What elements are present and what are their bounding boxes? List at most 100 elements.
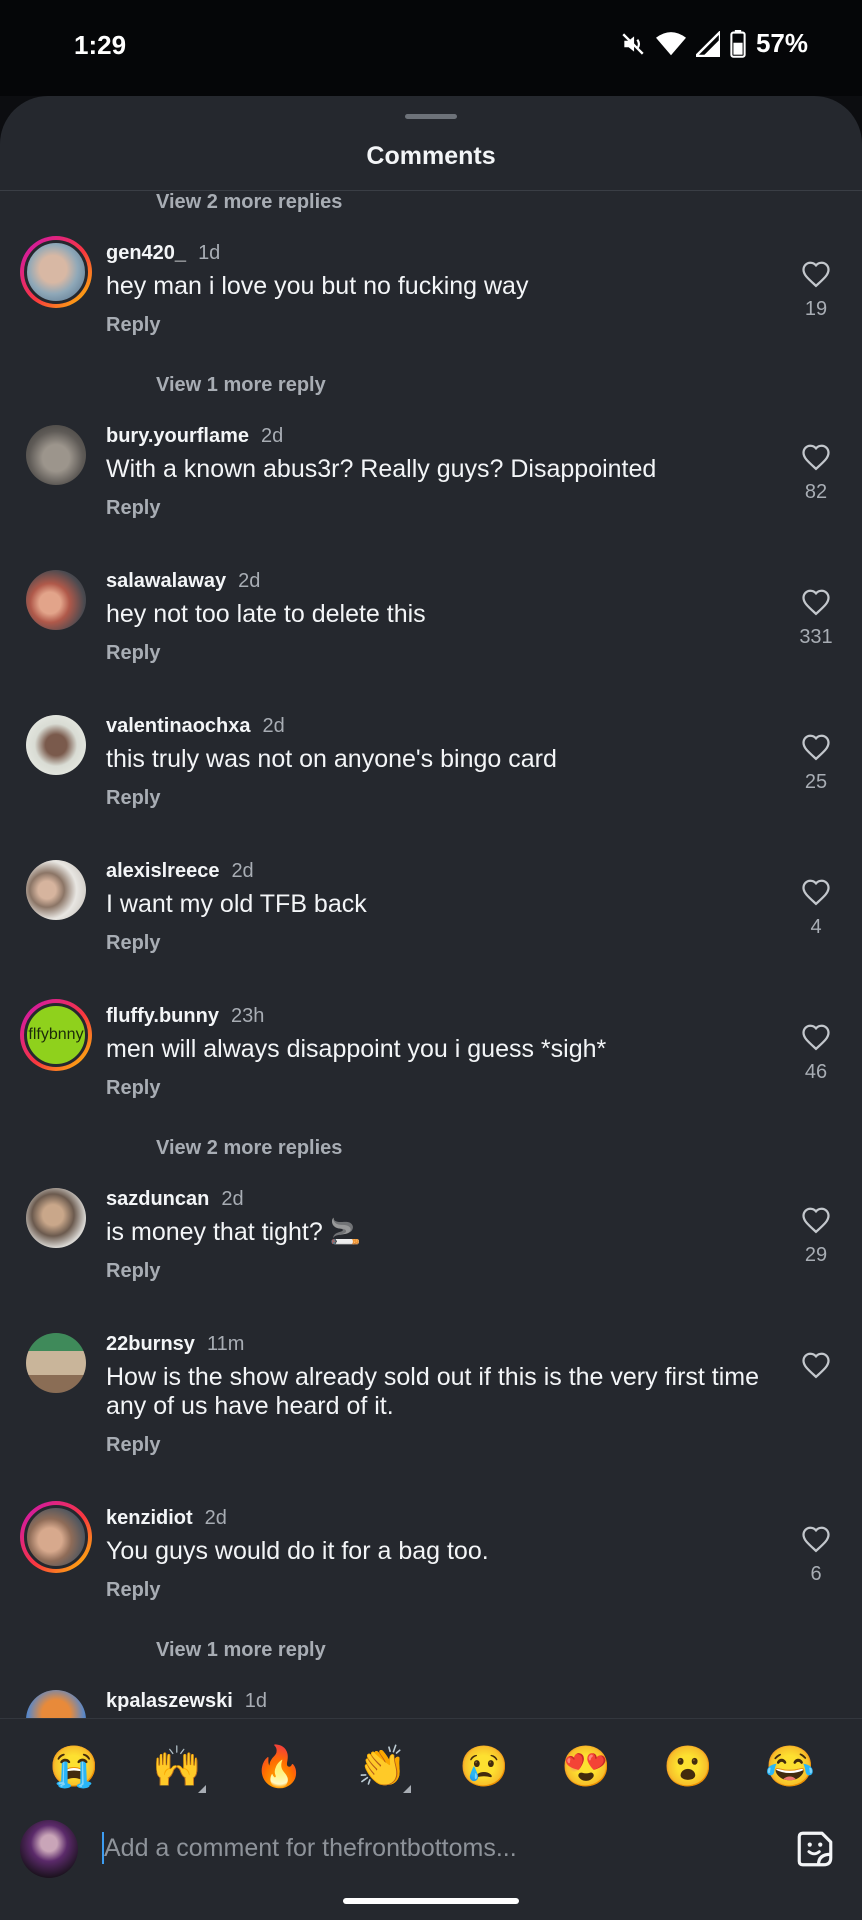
comment-username[interactable]: bury.yourflame [106, 425, 249, 447]
avatar-wrap[interactable] [20, 709, 92, 781]
home-gesture-bar[interactable] [343, 1898, 519, 1904]
comment-username[interactable]: fluffy.bunny [106, 1005, 219, 1027]
emoji-button[interactable]: 😭 [49, 1743, 99, 1791]
heart-icon[interactable] [801, 1525, 831, 1553]
battery-percentage: 57% [755, 28, 808, 58]
avatar-story-ring[interactable]: flfybnny [20, 999, 92, 1071]
comments-sheet: Comments View 2 more replies gen420_ 1d h… [0, 96, 862, 1920]
avatar-wrap[interactable] [20, 564, 92, 636]
comment-username[interactable]: gen420_ [106, 242, 186, 264]
reply-button[interactable]: Reply [106, 497, 160, 520]
mute-icon [622, 32, 644, 55]
comment-time: 2d [231, 860, 254, 882]
wifi-icon [655, 31, 686, 55]
reply-button[interactable]: Reply [106, 932, 160, 955]
emoji-glyph: 👏 [357, 1745, 407, 1789]
comment-input[interactable] [100, 1824, 744, 1872]
comment-time: 2d [261, 425, 284, 447]
emoji-glyph: 🙌 [152, 1745, 202, 1789]
avatar-story-ring[interactable] [20, 236, 92, 308]
avatar-wrap[interactable] [20, 419, 92, 491]
comment-text: With a known abus3r? Really guys? Disapp… [106, 455, 657, 483]
reply-button[interactable]: Reply [106, 787, 160, 810]
comment-list[interactable]: View 2 more replies gen420_ 1d hey man i … [0, 191, 862, 1719]
reply-button[interactable]: Reply [106, 1077, 160, 1100]
comment-time: 1d [198, 242, 221, 264]
avatar-label: flfybnny [28, 1026, 84, 1043]
like-count: 4 [810, 916, 822, 938]
heart-icon[interactable] [801, 1206, 831, 1234]
comment-username[interactable]: sazduncan [106, 1188, 209, 1210]
comment-username[interactable]: 22burnsy [106, 1333, 195, 1355]
view-more-replies[interactable]: View 1 more reply [156, 374, 326, 397]
comment-text: I want my old TFB back [106, 890, 367, 918]
comment-username[interactable]: salawalaway [106, 570, 226, 592]
like-count: 25 [804, 771, 828, 793]
avatar-wrap[interactable] [20, 1182, 92, 1254]
avatar [26, 570, 86, 630]
emoji-button[interactable]: 👏 [357, 1743, 411, 1793]
heart-icon[interactable] [801, 588, 831, 616]
comment-text: this truly was not on anyone's bingo car… [106, 745, 557, 773]
avatar-wrap[interactable] [20, 854, 92, 926]
avatar [26, 1188, 86, 1248]
battery-icon [730, 29, 746, 58]
comment-time: 2d [262, 715, 285, 737]
avatar-wrap[interactable] [20, 1684, 92, 1719]
reply-button[interactable]: Reply [106, 1434, 160, 1457]
comment-time: 23h [230, 1005, 265, 1027]
emoji-button[interactable]: 🔥 [254, 1743, 304, 1791]
drag-handle[interactable] [405, 114, 457, 119]
comment-username[interactable]: valentinaochxa [106, 715, 251, 737]
sheet-title: Comments [366, 142, 496, 170]
status-icons: 57% [620, 28, 808, 59]
comment-username[interactable]: kpalaszewski [106, 1690, 233, 1712]
heart-icon[interactable] [801, 1023, 831, 1051]
comment-text: hey not too late to delete this [106, 600, 426, 628]
skin-tone-indicator [198, 1785, 206, 1793]
avatar [26, 715, 86, 775]
like-count: 82 [804, 481, 828, 503]
emoji-button[interactable]: 😢 [459, 1743, 509, 1791]
emoji-button[interactable]: 🙌 [152, 1743, 206, 1793]
avatar [26, 1690, 86, 1719]
comment-text: hey man i love you but no fucking way [106, 272, 529, 300]
current-user-avatar [20, 1820, 78, 1878]
comment-text: You guys would do it for a bag too. [106, 1537, 489, 1565]
skin-tone-indicator [403, 1785, 411, 1793]
reply-button[interactable]: Reply [106, 1260, 160, 1283]
reply-button[interactable]: Reply [106, 1579, 160, 1602]
reply-button[interactable]: Reply [106, 314, 160, 337]
avatar-wrap[interactable] [20, 1327, 92, 1399]
emoji-button[interactable]: 😂 [765, 1743, 815, 1791]
like-count: 331 [799, 626, 833, 648]
avatar-story-ring[interactable] [20, 1501, 92, 1573]
like-count: 29 [804, 1244, 828, 1266]
avatar [26, 1333, 86, 1393]
avatar [26, 425, 86, 485]
comment-time: 1d [244, 1690, 267, 1712]
sticker-icon[interactable] [794, 1828, 836, 1870]
avatar [24, 240, 88, 304]
heart-icon[interactable] [801, 260, 831, 288]
like-count: 46 [804, 1061, 828, 1083]
like-count: 19 [804, 298, 828, 320]
comment-time: 2d [238, 570, 261, 592]
view-more-replies[interactable]: View 2 more replies [156, 1137, 342, 1160]
comment-username[interactable]: alexislreece [106, 860, 219, 882]
heart-icon[interactable] [801, 733, 831, 761]
emoji-reaction-bar: 😭 🙌 🔥 👏 😢 😍 😮 😂 [0, 1718, 862, 1815]
view-more-replies[interactable]: View 2 more replies [156, 191, 342, 214]
comment-text: How is the show already sold out if this… [106, 1363, 760, 1420]
reply-button[interactable]: Reply [106, 642, 160, 665]
emoji-button[interactable]: 😮 [663, 1743, 713, 1791]
comment-time: 2d [204, 1507, 227, 1529]
avatar: flfybnny [24, 1003, 88, 1067]
view-more-replies[interactable]: View 1 more reply [156, 1639, 326, 1662]
heart-icon[interactable] [801, 878, 831, 906]
comment-username[interactable]: kenzidiot [106, 1507, 193, 1529]
heart-icon[interactable] [801, 443, 831, 471]
emoji-button[interactable]: 😍 [561, 1743, 611, 1791]
like-count: 6 [810, 1563, 822, 1585]
heart-icon[interactable] [801, 1351, 831, 1379]
